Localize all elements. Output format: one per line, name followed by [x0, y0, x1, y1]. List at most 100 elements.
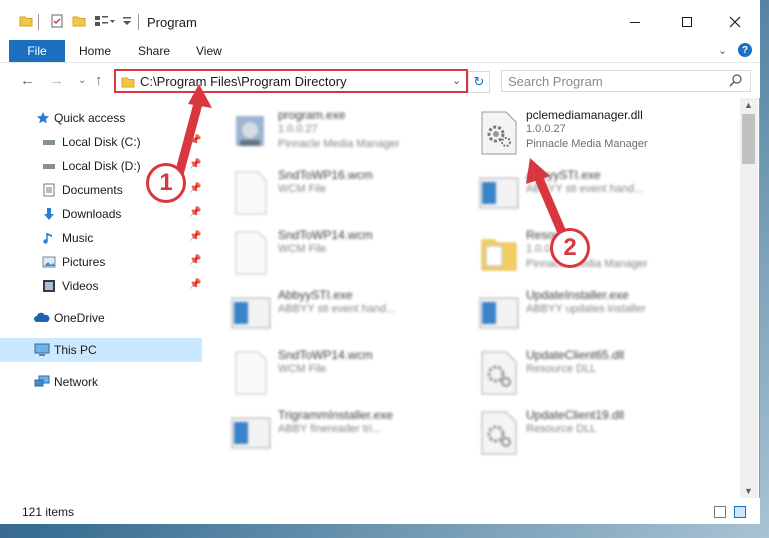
file-name: SndToWP16.wcm	[278, 168, 373, 182]
tab-home[interactable]: Home	[79, 44, 111, 58]
item-count: 121 items	[22, 505, 75, 519]
file-item[interactable]: program.exe 1.0.0.27 Pinnacle Media Mana…	[230, 104, 480, 160]
nav-label: Local Disk (C:)	[62, 135, 141, 149]
close-button[interactable]	[712, 8, 758, 36]
tab-file[interactable]: File	[9, 40, 65, 62]
folder-file-icon	[478, 230, 520, 276]
view-options-icon[interactable]	[94, 14, 116, 31]
file-item[interactable]: AbbyySTI.exe ABBYY sti event hand...	[230, 284, 480, 340]
music-icon	[42, 231, 56, 245]
nav-label: Videos	[62, 279, 99, 293]
help-icon[interactable]: ?	[738, 43, 752, 57]
file-name: UpdateClient65.dll	[526, 348, 625, 362]
file-description: Resource DLL	[526, 363, 597, 375]
new-folder-icon[interactable]	[72, 14, 86, 31]
tab-view[interactable]: View	[196, 44, 222, 58]
file-item[interactable]: TrigrammInstaller.exe ABBY finereader tr…	[230, 404, 480, 460]
file-name: program.exe	[278, 108, 346, 122]
callout-2: 2	[550, 228, 590, 268]
app-window-icon	[230, 290, 272, 336]
tiles-view-icon[interactable]	[734, 506, 746, 518]
network-icon	[34, 375, 50, 389]
file-item-target[interactable]: pclemediamanager.dll 1.0.0.27 Pinnacle M…	[478, 104, 728, 160]
customize-toolbar-icon[interactable]	[122, 14, 132, 31]
up-arrow-icon[interactable]: ↑	[95, 72, 103, 89]
pin-icon: 📌	[189, 255, 202, 266]
maximize-button[interactable]	[664, 8, 710, 36]
pictures-icon	[42, 255, 56, 269]
nav-item-music[interactable]: Music 📌	[0, 226, 202, 250]
file-version: 1.0.0.27	[526, 123, 566, 135]
properties-icon[interactable]	[50, 14, 64, 31]
file-company: Pinnacle Media Manager	[526, 138, 648, 150]
app-window-icon	[478, 290, 520, 336]
nav-item-onedrive[interactable]: OneDrive	[0, 306, 202, 330]
app-window-icon	[478, 170, 520, 216]
nav-label: Music	[62, 231, 94, 245]
pin-icon: 📌	[189, 279, 202, 290]
window-title: Program	[147, 15, 197, 30]
address-path[interactable]: C:\Program Files\Program Directory	[140, 74, 347, 89]
disk-icon	[42, 135, 56, 149]
recent-locations-icon[interactable]: ⌄	[78, 75, 86, 86]
tab-share[interactable]: Share	[138, 44, 170, 58]
file-item[interactable]: UpdateInstaller.exe ABBYY updates instal…	[478, 284, 728, 340]
file-item[interactable]: AbbyySTI.exe ABBYY sti event hand...	[478, 164, 728, 220]
nav-label: Quick access	[54, 111, 126, 125]
nav-label: Documents	[62, 183, 123, 197]
file-item[interactable]: UpdateClient19.dll Resource DLL	[478, 404, 728, 460]
folder-icon	[19, 14, 33, 31]
scroll-up-icon[interactable]: ▲	[744, 100, 753, 110]
pin-icon: 📌	[189, 231, 202, 242]
navigation-pane: Quick access Local Disk (C:) 📌 Local Dis…	[0, 98, 207, 498]
file-description: Resource DLL	[526, 423, 597, 435]
documents-icon	[42, 183, 56, 197]
nav-item-videos[interactable]: Videos 📌	[0, 274, 202, 298]
nav-item-downloads[interactable]: Downloads 📌	[0, 202, 202, 226]
nav-label: Pictures	[62, 255, 106, 269]
file-name: SndToWP14.wcm	[278, 228, 373, 242]
star-icon	[36, 111, 50, 125]
minimize-button[interactable]	[612, 8, 658, 36]
nav-label: Local Disk (D:)	[62, 159, 141, 173]
scroll-down-icon[interactable]: ▼	[744, 486, 753, 496]
explorer-window: Program File Home Share View ⌄ ? ← → ⌄ ↑…	[0, 0, 760, 524]
nav-item-network[interactable]: Network	[0, 370, 202, 394]
file-item[interactable]: SndToWP16.wcm WCM File	[230, 164, 480, 220]
details-view-icon[interactable]	[714, 506, 726, 518]
nav-item-this-pc[interactable]: This PC	[0, 338, 202, 362]
file-description: ABBYY sti event hand...	[526, 183, 644, 195]
address-bar[interactable]: C:\Program Files\Program Directory ⌄	[114, 69, 468, 93]
file-item[interactable]: SndToWP14.wcm WCM File	[230, 344, 480, 400]
disk-icon	[42, 159, 56, 173]
file-name: UpdateClient19.dll	[526, 408, 625, 422]
nav-item-pictures[interactable]: Pictures 📌	[0, 250, 202, 274]
refresh-button[interactable]: ↻	[468, 71, 490, 93]
computer-icon	[34, 343, 50, 357]
ribbon-expand-icon[interactable]: ⌄	[718, 44, 727, 57]
nav-item-quick-access[interactable]: Quick access	[0, 106, 202, 130]
address-dropdown-icon[interactable]: ⌄	[452, 74, 461, 87]
dll-gear-icon	[478, 350, 520, 396]
ribbon-tabs: File Home Share View ⌄ ?	[0, 40, 760, 62]
file-item[interactable]: SndToWP14.wcm WCM File	[230, 224, 480, 280]
nav-label: This PC	[54, 343, 97, 357]
search-box[interactable]	[501, 70, 751, 92]
blank-file-icon	[230, 350, 272, 396]
blank-file-icon	[230, 230, 272, 276]
cloud-icon	[34, 311, 50, 325]
exe-icon	[230, 110, 272, 156]
title-divider	[38, 14, 39, 30]
app-window-icon	[230, 410, 272, 456]
title-separator	[138, 14, 139, 30]
nav-label: OneDrive	[54, 311, 105, 325]
scroll-thumb[interactable]	[742, 114, 755, 164]
search-input[interactable]	[508, 73, 718, 89]
back-arrow-icon[interactable]: ←	[20, 72, 35, 89]
vertical-scrollbar[interactable]: ▲ ▼	[740, 98, 758, 498]
navigation-bar: ← → ⌄ ↑ C:\Program Files\Program Directo…	[0, 62, 760, 98]
nav-item-local-disk-c[interactable]: Local Disk (C:) 📌	[0, 130, 202, 154]
forward-arrow-icon[interactable]: →	[49, 72, 64, 89]
file-item[interactable]: Resources 1.0.0.27 Pinnacle Media Manage…	[478, 224, 728, 280]
file-item[interactable]: UpdateClient65.dll Resource DLL	[478, 344, 728, 400]
